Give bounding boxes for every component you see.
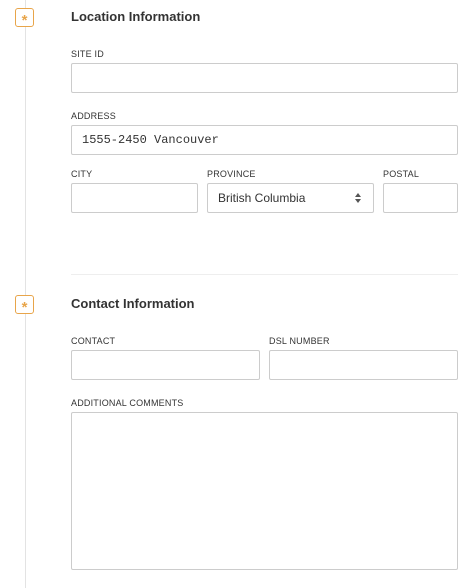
additional-comments-label: ADDITIONAL COMMENTS bbox=[71, 398, 184, 408]
section-divider bbox=[71, 274, 458, 275]
city-label: CITY bbox=[71, 169, 93, 179]
required-marker-contact: * bbox=[15, 295, 34, 316]
province-selected-value: British Columbia bbox=[218, 191, 306, 205]
address-input[interactable] bbox=[71, 125, 458, 155]
province-select[interactable]: British Columbia bbox=[207, 183, 374, 213]
contact-label: CONTACT bbox=[71, 336, 116, 346]
section-title-location: Location Information bbox=[71, 9, 201, 24]
dsl-number-label: DSL NUMBER bbox=[269, 336, 330, 346]
address-label: ADDRESS bbox=[71, 111, 116, 121]
site-id-label: SITE ID bbox=[71, 49, 104, 59]
updown-arrows-icon bbox=[355, 193, 361, 203]
site-id-input[interactable] bbox=[71, 63, 458, 93]
required-marker-location: * bbox=[15, 8, 34, 29]
postal-input[interactable] bbox=[383, 183, 458, 213]
additional-comments-textarea[interactable] bbox=[71, 412, 458, 570]
contact-input[interactable] bbox=[71, 350, 260, 380]
postal-label: POSTAL bbox=[383, 169, 420, 179]
dsl-number-input[interactable] bbox=[269, 350, 458, 380]
section-title-contact: Contact Information bbox=[71, 296, 195, 311]
province-label: PROVINCE bbox=[207, 169, 256, 179]
timeline-line bbox=[25, 0, 26, 588]
city-input[interactable] bbox=[71, 183, 198, 213]
asterisk-icon: * bbox=[21, 299, 28, 316]
asterisk-icon: * bbox=[21, 12, 28, 29]
